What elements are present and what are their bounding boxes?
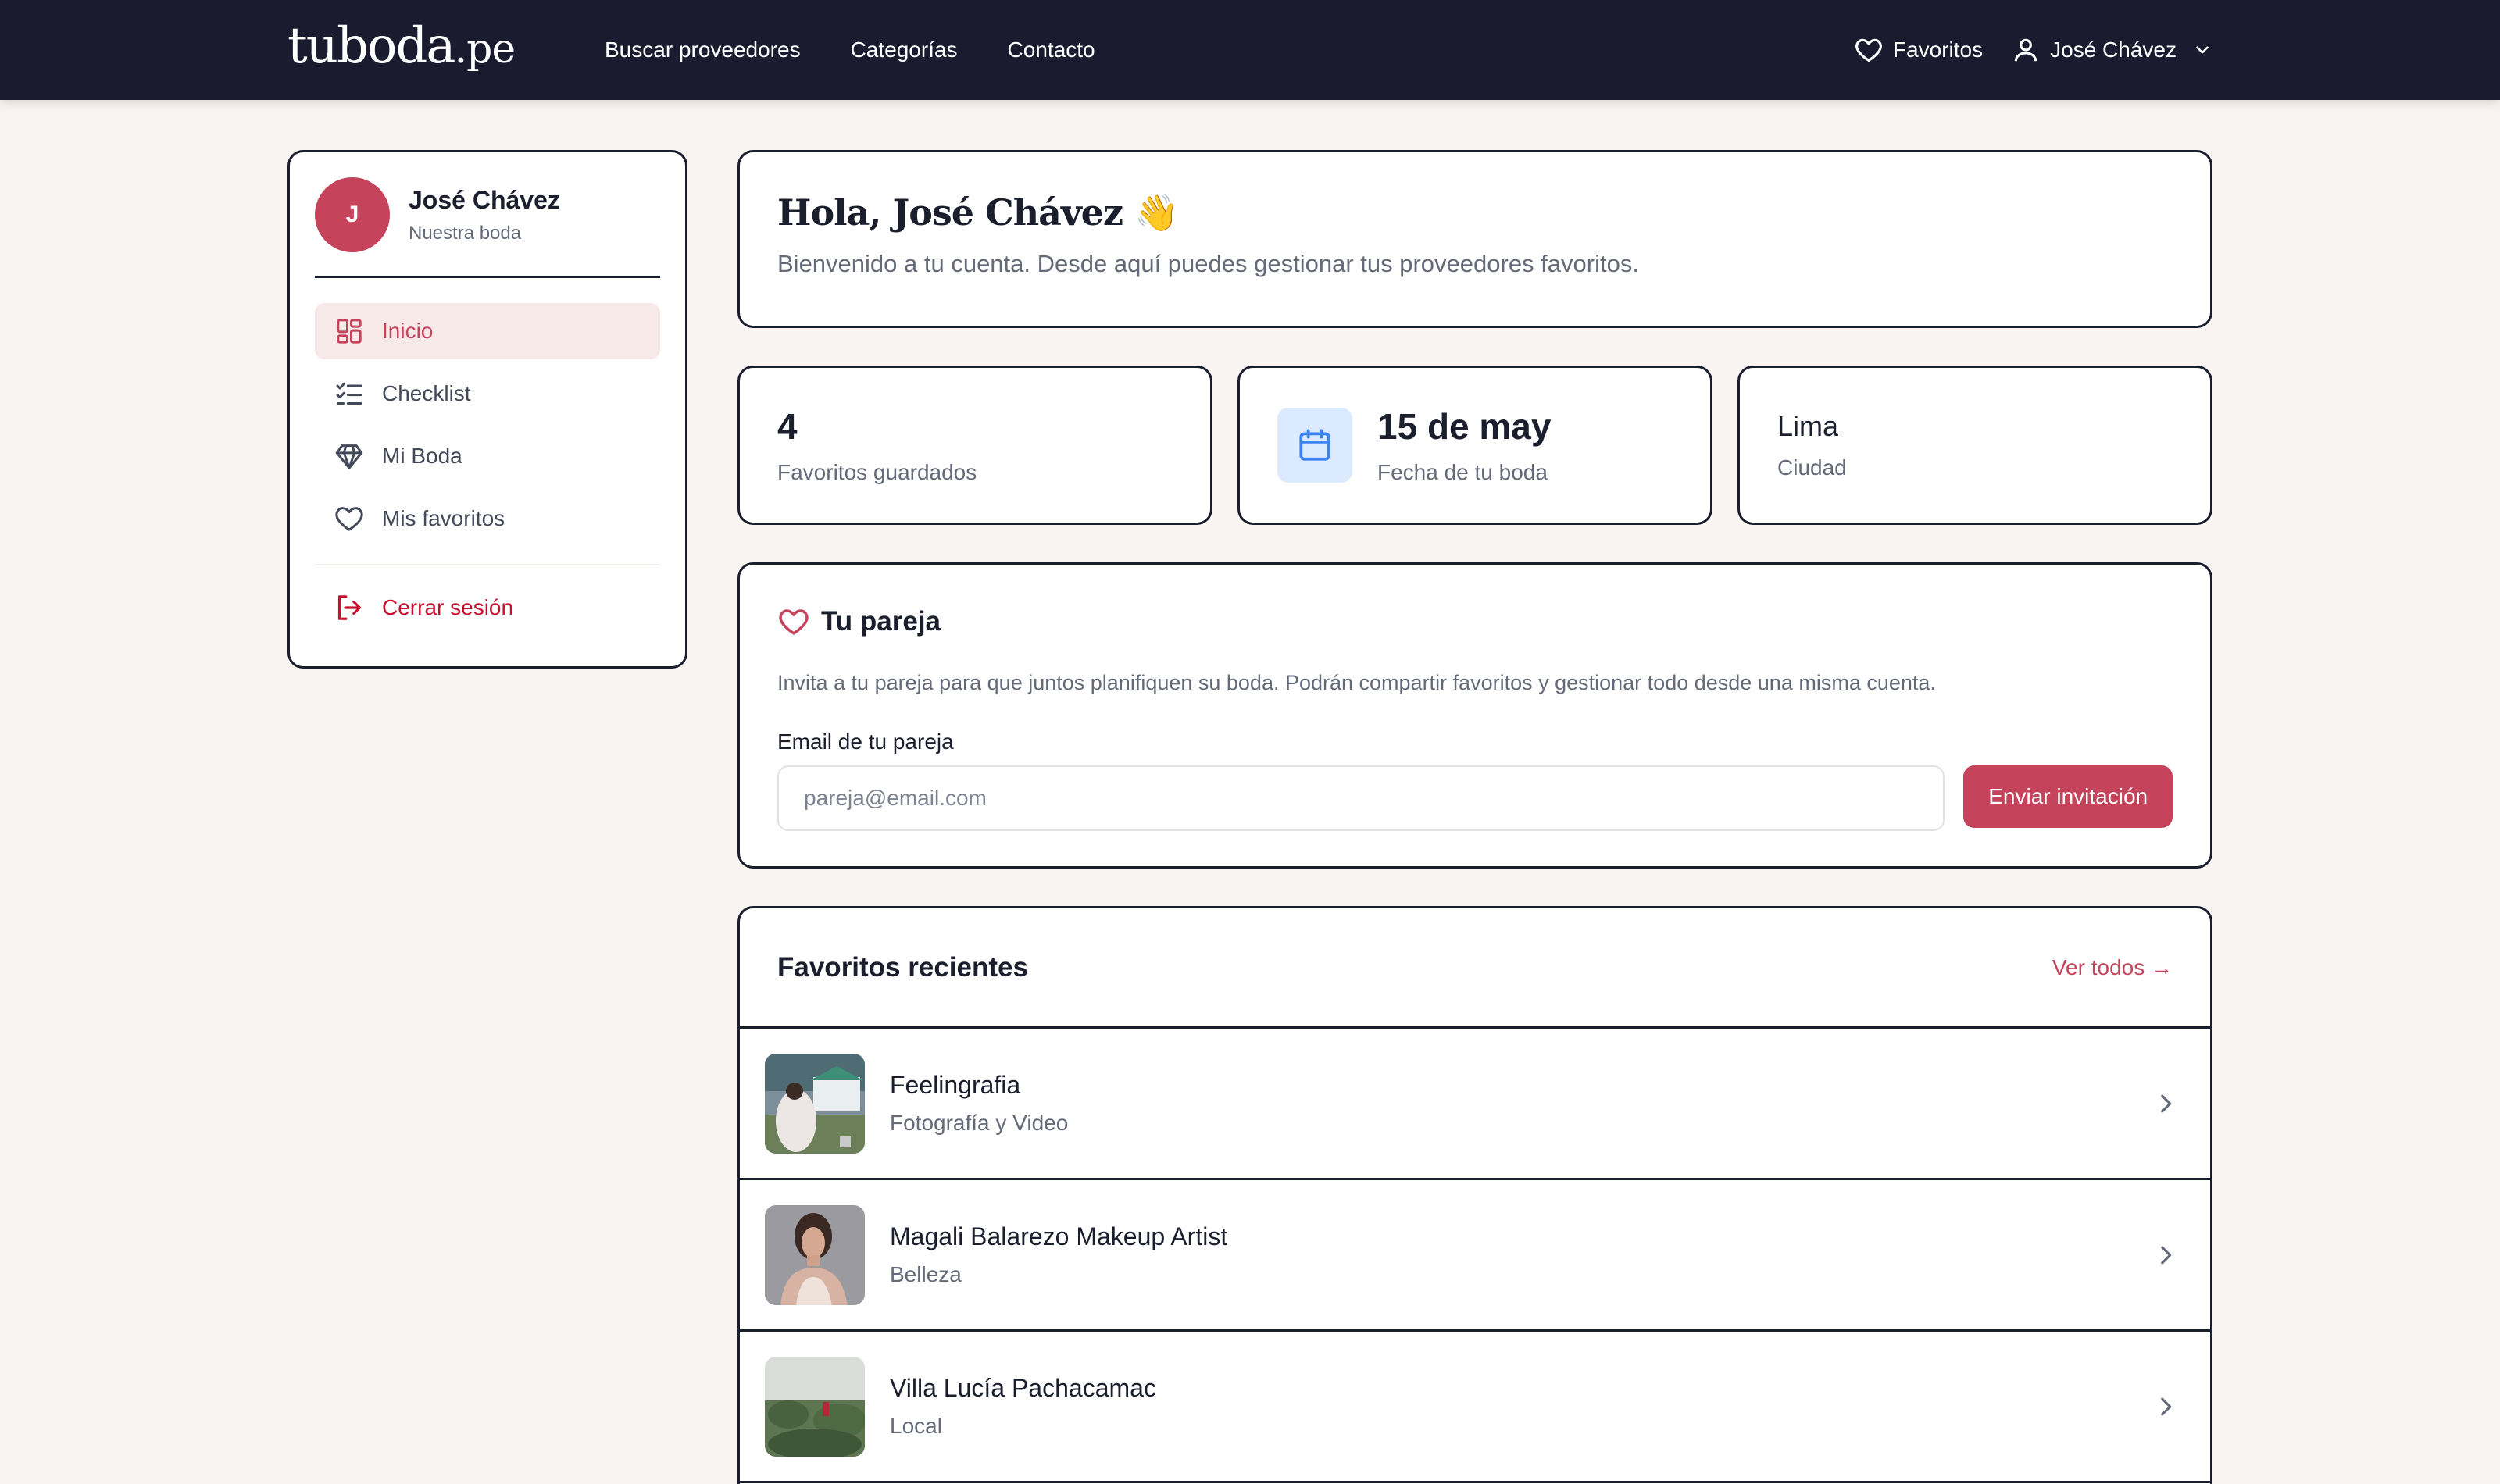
user-icon <box>2014 38 2038 62</box>
favorites-title: Favoritos recientes <box>777 951 1028 983</box>
favorite-item-feelingrafia[interactable]: Feelingrafia Fotografía y Video <box>740 1029 2210 1180</box>
partner-invite-row: Enviar invitación <box>777 765 2173 831</box>
stat-card-city: Lima Ciudad <box>1738 366 2212 525</box>
logo-ext-text: .pe <box>454 26 516 73</box>
site-logo[interactable]: tuboda .pe <box>288 17 516 80</box>
sidebar-item-mi-boda[interactable]: Mi Boda <box>315 428 660 484</box>
stat-card-wedding-date: 15 de may Fecha de tu boda <box>1238 366 1712 525</box>
vendor-category: Belleza <box>890 1262 962 1286</box>
vendor-photo-image <box>765 1053 865 1154</box>
avatar: J <box>315 177 390 252</box>
nav-favorites-button[interactable]: Favoritos <box>1854 35 1983 65</box>
stat-label: Fecha de tu boda <box>1377 460 1548 484</box>
welcome-subtitle: Bienvenido a tu cuenta. Desde aquí puede… <box>777 250 1639 277</box>
divider <box>315 564 660 565</box>
nav-right: Favoritos José Chávez <box>1854 0 2212 100</box>
profile-name: José Chávez <box>409 185 560 214</box>
nav-link-contacto[interactable]: Contacto <box>1008 37 1095 62</box>
send-invitation-button[interactable]: Enviar invitación <box>1963 765 2173 828</box>
stat-value: Lima <box>1777 410 1839 442</box>
email-field-label: Email de tu pareja <box>777 730 954 754</box>
favorite-item-magali-balarezo[interactable]: Magali Balarezo Makeup Artist Belleza <box>740 1180 2210 1332</box>
divider <box>315 276 660 278</box>
logout-label: Cerrar sesión <box>382 595 514 619</box>
top-navbar: tuboda .pe Buscar proveedores Categorías … <box>0 0 2500 100</box>
sidebar-item-label: Mi Boda <box>382 444 462 468</box>
logo-main-text: tuboda <box>288 17 456 75</box>
chevron-right-icon <box>2161 1094 2172 1112</box>
vendor-thumbnail <box>765 1053 865 1154</box>
heart-icon <box>1855 38 1882 62</box>
account-sidebar: J José Chávez Nuestra boda Inicio Checkl… <box>288 150 688 669</box>
chevron-down-icon <box>2196 46 2209 54</box>
vendor-name: Feelingrafia <box>890 1071 1021 1099</box>
chevron-right-icon <box>2161 1246 2172 1264</box>
calendar-icon <box>1299 429 1330 461</box>
checklist-icon <box>336 383 362 405</box>
heart-icon <box>779 609 809 635</box>
sidebar-item-label: Checklist <box>382 381 471 405</box>
partner-header: Tu pareja <box>777 605 2173 638</box>
main-nav: Buscar proveedores Categorías Contacto <box>605 0 1095 100</box>
nav-favorites-label: Favoritos <box>1892 37 1984 62</box>
profile-subtitle: Nuestra boda <box>409 222 522 244</box>
stat-card-favorites: 4 Favoritos guardados <box>738 366 1212 525</box>
partner-title: Tu pareja <box>821 606 941 637</box>
logout-icon <box>338 595 361 620</box>
sidebar-item-mis-favoritos[interactable]: Mis favoritos <box>315 491 660 547</box>
stat-label: Ciudad <box>1777 455 1847 480</box>
welcome-title: Hola, José Chávez 👋 <box>777 191 1179 234</box>
partner-invite-card: Tu pareja Invita a tu pareja para que ju… <box>738 562 2212 869</box>
favorites-header: Favoritos recientes Ver todos → <box>740 908 2210 1029</box>
sidebar-menu: Inicio Checklist Mi Boda Mis favoritos C… <box>315 303 660 642</box>
sidebar-item-inicio[interactable]: Inicio <box>315 303 660 359</box>
partner-description: Invita a tu pareja para que juntos plani… <box>777 671 1936 694</box>
nav-link-categorias[interactable]: Categorías <box>851 37 958 62</box>
profile-summary: J José Chávez Nuestra boda <box>315 177 660 252</box>
vendor-photo-image <box>765 1204 865 1305</box>
sidebar-item-checklist[interactable]: Checklist <box>315 366 660 422</box>
vendor-category: Fotografía y Video <box>890 1111 1069 1135</box>
vendor-thumbnail <box>765 1356 865 1457</box>
calendar-icon-badge <box>1277 408 1352 483</box>
diamond-icon <box>335 444 363 469</box>
logout-button[interactable]: Cerrar sesión <box>315 580 660 636</box>
sidebar-item-label: Inicio <box>382 319 434 343</box>
welcome-card: Hola, José Chávez 👋 Bienvenido a tu cuen… <box>738 150 2212 328</box>
vendor-thumbnail <box>765 1204 865 1305</box>
stat-value: 4 <box>777 406 798 447</box>
vendor-name: Magali Balarezo Makeup Artist <box>890 1222 1228 1250</box>
vendor-category: Local <box>890 1414 942 1438</box>
nav-user-label: José Chávez <box>2050 37 2177 62</box>
chevron-right-icon <box>2161 1397 2172 1415</box>
vendor-photo-image <box>765 1356 865 1457</box>
dashboard-icon <box>337 319 362 344</box>
recent-favorites-card: Favoritos recientes Ver todos → Feelingr… <box>738 906 2212 1484</box>
favorite-item-villa-lucia[interactable]: Villa Lucía Pachacamac Local <box>740 1332 2210 1483</box>
stat-value: 15 de may <box>1377 406 1552 447</box>
nav-user-menu[interactable]: José Chávez <box>2011 35 2212 65</box>
vendor-name: Villa Lucía Pachacamac <box>890 1374 1156 1402</box>
partner-email-field[interactable] <box>777 765 1945 831</box>
sidebar-item-label: Mis favoritos <box>382 506 505 530</box>
nav-link-buscar-proveedores[interactable]: Buscar proveedores <box>605 37 801 62</box>
heart-icon <box>335 507 363 531</box>
stat-label: Favoritos guardados <box>777 460 977 484</box>
see-all-link[interactable]: Ver todos → <box>2052 955 2173 980</box>
